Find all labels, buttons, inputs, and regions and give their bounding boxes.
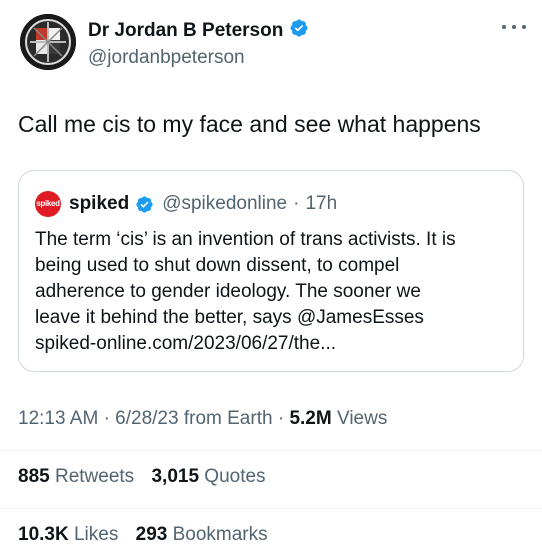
- quotes-label: Quotes: [204, 466, 266, 487]
- tweet-meta: 12:13 AM · 6/28/23 from Earth · 5.2M Vie…: [18, 408, 387, 430]
- author-avatar[interactable]: [20, 14, 76, 70]
- tweet-text: Call me cis to my face and see what happ…: [18, 111, 481, 137]
- bookmarks-label: Bookmarks: [172, 524, 268, 545]
- quoted-text-line: The term ‘cis’ is an invention of trans …: [35, 229, 456, 250]
- quoted-separator: ·: [293, 193, 300, 214]
- retweets-label: Retweets: [54, 466, 135, 487]
- quoted-text-line: adherence to gender ideology. The sooner…: [35, 281, 421, 302]
- quoted-text-line: being used to shut down dissent, to comp…: [35, 255, 400, 276]
- author-name[interactable]: Dr Jordan B Peterson: [88, 20, 283, 42]
- author-info: Dr Jordan B Peterson @jordanbpeterson: [88, 18, 309, 69]
- meta-separator: ·: [103, 408, 110, 429]
- likes-stat[interactable]: 10.3K Likes: [18, 524, 118, 546]
- quoted-timestamp: 17h: [305, 193, 338, 214]
- quoted-author-name: spiked: [69, 193, 130, 214]
- views-count: 5.2M: [289, 408, 332, 429]
- quotes-stat[interactable]: 3,015 Quotes: [151, 466, 265, 488]
- bookmarks-count: 293: [135, 524, 168, 545]
- tweet-source: from Earth: [183, 408, 273, 429]
- tweet-time[interactable]: 12:13 AM: [18, 408, 98, 429]
- quoted-tweet[interactable]: spiked spiked @spikedonline · 17h The term…: [18, 170, 524, 372]
- author-handle[interactable]: @jordanbpeterson: [88, 47, 309, 69]
- divider: [0, 508, 542, 509]
- quotes-count: 3,015: [151, 466, 200, 487]
- divider: [0, 450, 542, 451]
- quoted-text-line: leave it behind the better, says @JamesE…: [35, 307, 424, 328]
- likes-label: Likes: [73, 524, 119, 545]
- verified-badge-icon: [289, 18, 309, 43]
- views-label: Views: [336, 408, 388, 429]
- more-options-icon[interactable]: [502, 20, 526, 34]
- likes-count: 10.3K: [18, 524, 69, 545]
- engagement-stats-row-1: 885 Retweets 3,015 Quotes: [18, 466, 278, 488]
- tweet-date[interactable]: 6/28/23: [115, 408, 178, 429]
- meta-separator: ·: [277, 408, 285, 429]
- quoted-author-handle: @spikedonline: [162, 193, 288, 214]
- retweets-count: 885: [18, 466, 50, 487]
- quoted-tweet-header: spiked spiked @spikedonline · 17h: [35, 191, 337, 217]
- retweets-stat[interactable]: 885 Retweets: [18, 466, 134, 488]
- author-avatar-image: [20, 14, 76, 70]
- tweet-header: Dr Jordan B Peterson @jordanbpeterson: [18, 12, 528, 72]
- engagement-stats-row-2: 10.3K Likes 293 Bookmarks: [18, 524, 280, 546]
- bookmarks-stat[interactable]: 293 Bookmarks: [136, 524, 268, 546]
- quoted-avatar: spiked: [35, 191, 61, 217]
- quoted-tweet-text: The term ‘cis’ is an invention of trans …: [35, 227, 515, 357]
- quoted-verified-badge-icon: [135, 195, 154, 214]
- quoted-text-link: spiked-online.com/2023/06/27/the...: [35, 333, 337, 354]
